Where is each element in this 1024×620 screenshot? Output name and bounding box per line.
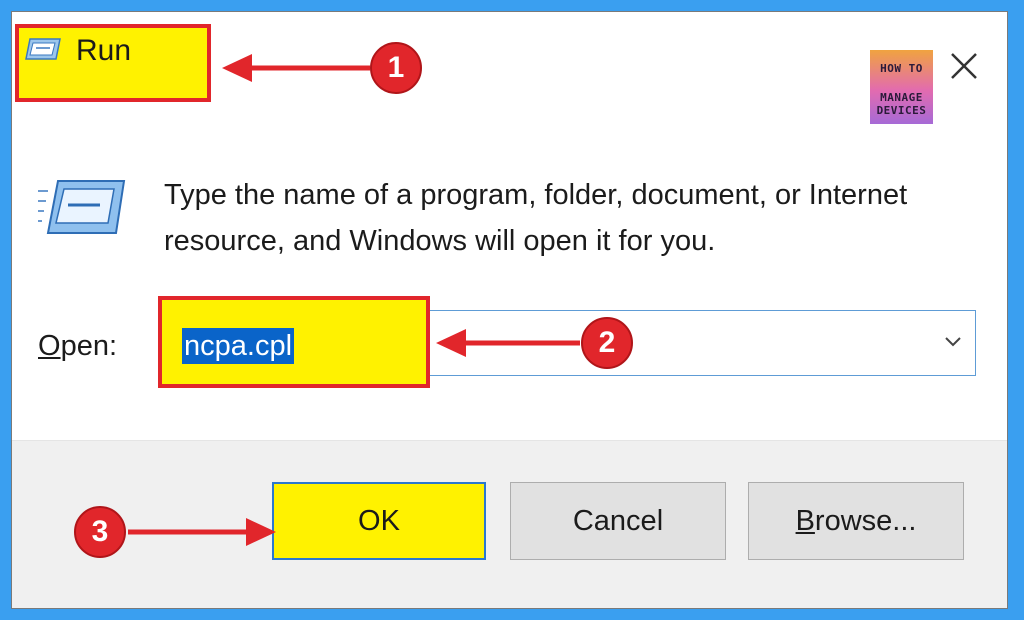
arrow-2: [436, 329, 580, 357]
arrow-3: [128, 518, 276, 546]
annotation-arrows: [128, 54, 580, 546]
arrow-1: [222, 54, 370, 82]
step-2-badge: 2: [581, 317, 633, 369]
step-3-badge: 3: [74, 506, 126, 558]
step-1-badge: 1: [370, 42, 422, 94]
